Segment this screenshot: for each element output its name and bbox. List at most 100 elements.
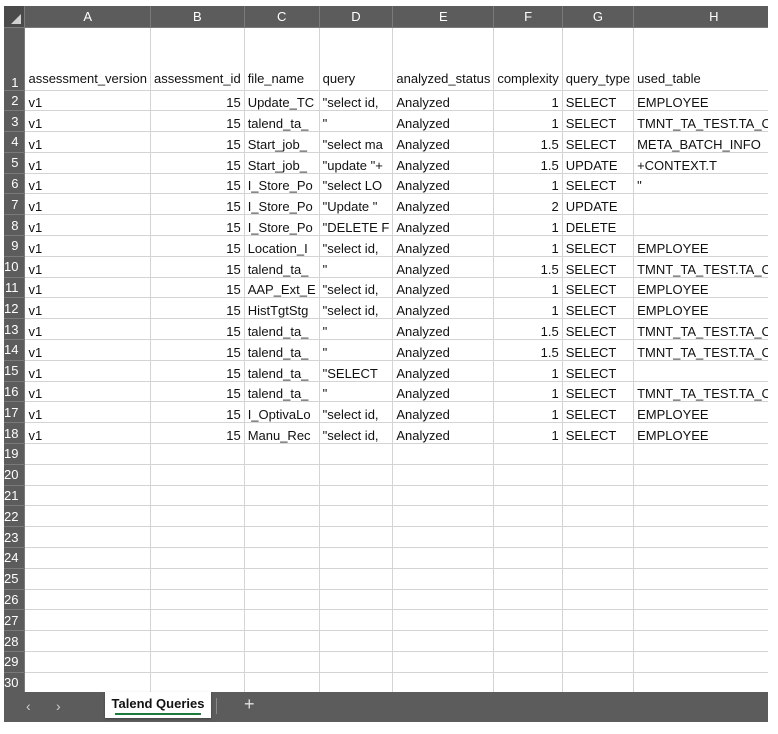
empty-cell[interactable] [493,672,563,692]
data-cell[interactable]: 2 [493,193,563,216]
data-cell[interactable]: 1 [493,110,563,133]
data-cell[interactable]: v1 [24,277,151,299]
data-cell[interactable]: Analyzed [392,193,495,216]
empty-cell[interactable] [24,568,151,590]
data-cell[interactable]: HistTgtStg [244,297,320,320]
data-cell[interactable]: 15 [150,422,245,445]
empty-cell[interactable] [493,526,563,549]
data-cell[interactable]: v1 [24,110,151,133]
empty-cell[interactable] [244,485,320,507]
empty-cell[interactable] [562,485,635,507]
data-cell[interactable]: 1.5 [493,339,563,361]
data-cell[interactable]: " [319,339,394,361]
row-header[interactable]: 4 [4,131,26,153]
data-cell[interactable]: 15 [150,90,245,112]
empty-cell[interactable] [493,443,563,465]
column-header[interactable]: A [24,6,151,28]
row-header[interactable]: 9 [4,235,26,257]
row-header[interactable]: 23 [4,526,26,549]
row-header[interactable]: 7 [4,193,26,216]
data-cell[interactable]: "select id, [319,401,394,424]
data-cell[interactable]: Start_job_ [244,152,320,174]
empty-cell[interactable] [319,464,394,486]
empty-cell[interactable] [150,505,245,528]
data-cell[interactable]: AAP_Ext_E [244,277,320,299]
data-cell[interactable]: EMPLOYEE [633,277,768,299]
data-cell[interactable]: "select id, [319,422,394,445]
data-cell[interactable]: "select LO [319,173,394,195]
data-cell[interactable]: "select id, [319,277,394,299]
empty-cell[interactable] [319,443,394,465]
data-cell[interactable]: SELECT [562,173,635,195]
data-cell[interactable]: Analyzed [392,401,495,424]
empty-cell[interactable] [24,547,151,569]
data-cell[interactable]: Analyzed [392,297,495,320]
data-cell[interactable]: EMPLOYEE [633,90,768,112]
data-cell[interactable]: v1 [24,401,151,424]
empty-cell[interactable] [562,443,635,465]
data-cell[interactable]: EMPLOYEE [633,401,768,424]
column-header[interactable]: C [244,6,320,28]
data-cell[interactable]: SELECT [562,110,635,133]
header-cell[interactable]: analyzed_status [392,27,495,91]
column-header[interactable]: F [493,6,563,28]
data-cell[interactable]: META_BATCH_INFO [633,131,768,153]
data-cell[interactable]: 1 [493,214,563,237]
data-cell[interactable]: talend_ta_ [244,256,320,278]
row-header[interactable]: 30 [4,672,26,692]
empty-cell[interactable] [319,485,394,507]
data-cell[interactable]: TMNT_TA_TEST.TA_CON [633,110,768,133]
empty-cell[interactable] [319,630,394,653]
data-cell[interactable]: Analyzed [392,152,495,174]
empty-cell[interactable] [633,651,768,673]
data-cell[interactable]: v1 [24,381,151,403]
empty-cell[interactable] [244,630,320,653]
next-sheet-arrow-icon[interactable]: › [56,698,61,714]
empty-cell[interactable] [562,651,635,673]
previous-sheet-arrow-icon[interactable]: ‹ [26,698,31,714]
empty-cell[interactable] [633,609,768,632]
data-cell[interactable]: Analyzed [392,422,495,445]
data-cell[interactable]: 15 [150,214,245,237]
data-cell[interactable]: "DELETE F [319,214,394,237]
row-header[interactable]: 24 [4,547,26,569]
empty-cell[interactable] [493,464,563,486]
header-cell[interactable]: query [319,27,394,91]
data-cell[interactable]: " [319,381,394,403]
empty-cell[interactable] [150,568,245,590]
empty-cell[interactable] [319,568,394,590]
data-cell[interactable]: Start_job_ [244,131,320,153]
data-cell[interactable]: v1 [24,214,151,237]
header-cell[interactable]: query_type [562,27,635,91]
row-header[interactable]: 28 [4,630,26,653]
data-cell[interactable]: " [633,173,768,195]
empty-cell[interactable] [24,609,151,632]
data-cell[interactable]: Analyzed [392,131,495,153]
data-cell[interactable]: Analyzed [392,318,495,341]
empty-cell[interactable] [392,568,495,590]
empty-cell[interactable] [493,589,563,611]
empty-cell[interactable] [392,651,495,673]
data-cell[interactable]: SELECT [562,235,635,257]
data-cell[interactable]: 1.5 [493,131,563,153]
data-cell[interactable]: 15 [150,297,245,320]
data-cell[interactable]: Analyzed [392,110,495,133]
row-header[interactable]: 6 [4,173,26,195]
empty-cell[interactable] [633,547,768,569]
data-cell[interactable]: Analyzed [392,173,495,195]
select-all-corner[interactable] [4,6,26,28]
data-cell[interactable]: +CONTEXT.T [633,152,768,174]
data-cell[interactable]: TMNT_TA_TEST.TA_CON [633,318,768,341]
row-header[interactable]: 13 [4,318,26,341]
empty-cell[interactable] [562,526,635,549]
empty-cell[interactable] [633,672,768,692]
empty-cell[interactable] [244,609,320,632]
data-cell[interactable]: 1 [493,173,563,195]
empty-cell[interactable] [633,526,768,549]
data-cell[interactable]: UPDATE [562,152,635,174]
data-cell[interactable]: v1 [24,193,151,216]
data-cell[interactable]: Analyzed [392,256,495,278]
empty-cell[interactable] [24,672,151,692]
empty-cell[interactable] [392,589,495,611]
add-sheet-plus-icon[interactable]: + [244,694,255,715]
